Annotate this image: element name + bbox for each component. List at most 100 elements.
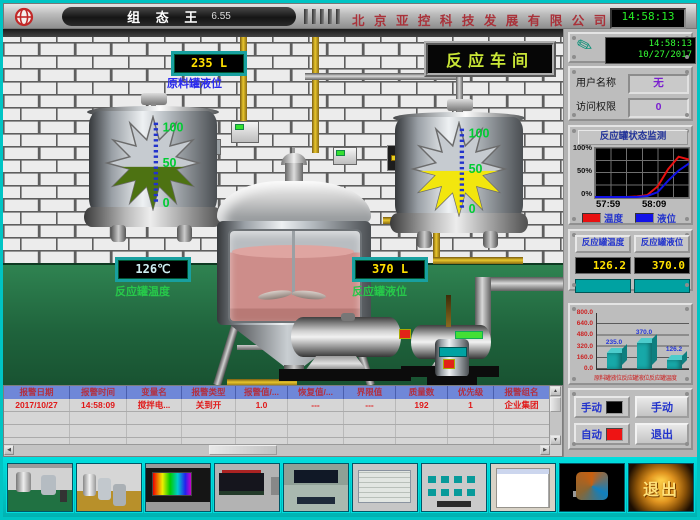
legend-swatch-level	[635, 213, 654, 223]
reactor-level-readout-label: 反应罐液位	[634, 235, 690, 253]
alarm-table: 报警日期报警时间变量名报警类型报警值/...恢复值/...界限值质量数优先级报警…	[3, 385, 563, 457]
alarm-column-header: 报警类型	[182, 386, 236, 399]
bar-1	[637, 343, 652, 369]
access-level-value: 0	[628, 98, 689, 118]
manual-indicator[interactable]: 手动	[574, 396, 630, 418]
trend-chart	[594, 147, 690, 199]
alarm-column-header: 变量名	[127, 386, 182, 399]
scale-50: 50	[163, 156, 177, 170]
raw-material-tank: 100 50 0	[89, 93, 219, 253]
trend-panel: 反应罐状态监测 100% 50% 0% 57:59 58:09 温度 液位	[568, 125, 693, 225]
scroll-up-button[interactable]: ▲	[550, 386, 561, 396]
reactor-temp-readout-value: 126.2	[575, 257, 631, 274]
trend-ytick: 50%	[570, 166, 592, 175]
reactor-temp-label: 反应罐温度	[115, 283, 170, 299]
screen-thumbnail-7[interactable]	[421, 463, 487, 512]
pump	[291, 317, 401, 357]
legend-swatch-temp	[582, 213, 601, 223]
trend-ytick: 100%	[570, 143, 592, 152]
screen-thumbnail-9[interactable]	[559, 463, 625, 512]
screen-thumbnail-3[interactable]	[145, 463, 211, 512]
workshop-title-plate: 反应车间	[424, 41, 556, 77]
legend-label-level: 液位	[657, 211, 676, 225]
screen-thumbnail-8[interactable]	[490, 463, 556, 512]
screen-thumbnail-6[interactable]	[352, 463, 418, 512]
legend-label-temp: 温度	[604, 211, 623, 225]
alarm-row[interactable]: 2017/10/2714:58:09搅拌电...关到开1.0------1921…	[4, 399, 550, 412]
ceiling	[3, 29, 563, 37]
alarm-column-header: 报警日期	[4, 386, 70, 399]
reactor-temp-readout-label: 反应罐温度	[575, 235, 631, 253]
kingview-window: 组 态 王 6.55 北 京 亚 控 科 技 发 展 有 限 公 司 14:58…	[0, 0, 700, 520]
plant-mimic: 100 50 0 100 50 0	[3, 29, 563, 385]
bar-chart-categories: 原料罐液位反应罐液位反应罐温度	[594, 373, 692, 382]
bar-ytick: 160.0	[570, 354, 593, 361]
alarm-vertical-scrollbar[interactable]: ▲ ▼	[549, 386, 562, 445]
scale-100: 100	[163, 120, 184, 134]
manual-indicator-label: 手动	[581, 400, 602, 415]
screen-thumbnail-1[interactable]	[7, 463, 73, 512]
alarm-column-header: 优先级	[448, 386, 494, 399]
trend-legend: 温度 液位	[582, 211, 676, 225]
instrument	[231, 121, 259, 143]
app-name: 组 态 王	[127, 7, 203, 26]
screen-thumbnail-5[interactable]	[283, 463, 349, 512]
reactor-level-label: 反应罐液位	[352, 283, 407, 299]
access-level-label: 访问权限	[576, 102, 616, 113]
scroll-left-button[interactable]: ◀	[4, 445, 14, 455]
user-name-label: 用户名称	[576, 78, 616, 89]
scroll-down-button[interactable]: ▼	[550, 435, 561, 445]
app-title-pill: 组 态 王 6.55	[62, 7, 296, 26]
scroll-thumb[interactable]	[209, 445, 277, 455]
valve-unit	[435, 339, 469, 377]
exit-button[interactable]: 退出	[635, 423, 689, 445]
bar-2	[667, 360, 682, 369]
alarm-row[interactable]	[4, 412, 550, 425]
reactor-temp-bar	[575, 279, 631, 293]
datetime-panel: ✎ 14:58:13 10/27/2017	[568, 32, 693, 63]
alarm-column-header: 报警组名	[494, 386, 550, 399]
pump-base	[279, 369, 411, 381]
valve-indicator	[443, 359, 455, 369]
valve-band	[439, 347, 467, 357]
bar-ytick: 640.0	[570, 320, 593, 327]
pipe	[240, 37, 247, 123]
alarm-table-header: 报警日期报警时间变量名报警类型报警值/...恢复值/...界限值质量数优先级报警…	[4, 386, 550, 399]
tank-level-star: 100 50 0	[102, 115, 204, 211]
titlebar-grip	[304, 9, 340, 24]
alarm-row[interactable]	[4, 425, 550, 438]
alarm-horizontal-scrollbar[interactable]: ◀ ▶	[4, 444, 550, 456]
screen-thumbnail-exit[interactable]: 退出	[628, 463, 694, 512]
screen-thumbnail-2[interactable]	[76, 463, 142, 512]
reactor-level-display: 370 L	[352, 257, 428, 282]
trend-xtick: 58:09	[642, 199, 666, 210]
screen-thumbnail-4[interactable]	[214, 463, 280, 512]
scale-50: 50	[469, 162, 483, 176]
pipe	[312, 37, 319, 153]
trend-title: 反应罐状态监测	[578, 130, 688, 145]
control-panel: 手动 手动 自动 退出	[568, 388, 693, 450]
bar-ytick: 0.0	[570, 365, 593, 372]
alarm-column-header: 界限值	[344, 386, 396, 399]
valve-base	[427, 376, 477, 385]
manual-button[interactable]: 手动	[635, 396, 689, 418]
scroll-right-button[interactable]: ▶	[540, 445, 550, 455]
auto-indicator[interactable]: 自动	[574, 423, 630, 445]
exit-thumbnail-label: 退出	[643, 476, 679, 500]
titlebar-clock: 14:58:13	[610, 8, 686, 29]
side-panel: ✎ 14:58:13 10/27/2017 用户名称 无 访问权限 0 反应罐状…	[563, 29, 697, 457]
title-bar: 组 态 王 6.55 北 京 亚 控 科 技 发 展 有 限 公 司 14:58…	[3, 3, 697, 29]
bar-chart-panel: 800.0 640.0 480.0 320.0 160.0 0.0 235.03…	[568, 303, 693, 385]
reactor-level-readout-value: 370.0	[634, 257, 690, 274]
bar-0	[607, 353, 622, 369]
company-name: 北 京 亚 控 科 技 发 展 有 限 公 司	[352, 10, 602, 29]
pump-indicator	[455, 331, 483, 339]
pump-indicator	[399, 329, 411, 339]
bar-chart-plot: 235.0370.0126.2	[596, 313, 689, 370]
pump-fitting	[341, 313, 355, 321]
datetime-lcd: 14:58:13 10/27/2017	[605, 37, 696, 64]
scroll-thumb[interactable]	[550, 397, 561, 412]
trend-xtick: 57:59	[596, 199, 620, 210]
lcd-time: 14:58:13	[609, 39, 692, 50]
app-version: 6.55	[211, 11, 230, 22]
